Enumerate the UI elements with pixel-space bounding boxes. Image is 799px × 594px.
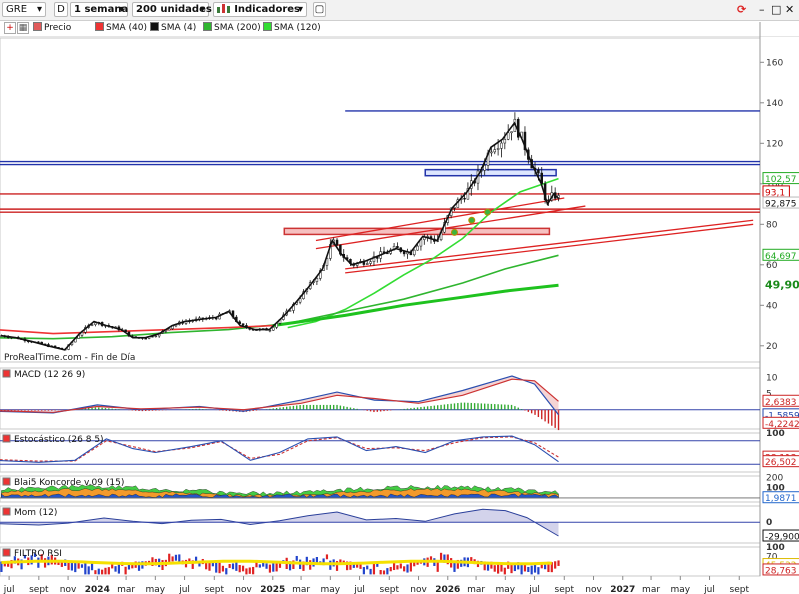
- y-tick-label: 20: [766, 342, 778, 352]
- x-tick-label: may: [670, 585, 690, 594]
- x-tick-label: mar: [292, 585, 310, 594]
- momentum-title: Mom (12): [14, 508, 57, 518]
- candle: [167, 328, 171, 331]
- rsi-signal-line: [1, 559, 552, 566]
- indicator-value-label: -29,900: [765, 533, 799, 543]
- koncorde-title: Blai5 Koncorde v.09 (15): [14, 478, 124, 488]
- y-tick-label: 120: [766, 139, 783, 149]
- x-tick-label: 2025: [260, 585, 285, 594]
- x-tick-label: nov: [585, 585, 602, 594]
- x-tick-label: jul: [353, 585, 365, 594]
- x-tick-label: mar: [117, 585, 135, 594]
- candle: [463, 197, 466, 200]
- indicator-tick-label: 10: [766, 374, 778, 384]
- zone: [283, 227, 551, 236]
- stoch-title: Estocástico (26 8 5): [14, 435, 104, 445]
- panel-icon: [2, 548, 11, 557]
- candle: [510, 131, 513, 134]
- candle: [453, 207, 456, 209]
- x-tick-label: sept: [730, 585, 750, 594]
- x-tick-label: jul: [178, 585, 190, 594]
- indicator-value-label: 28,763: [765, 566, 797, 576]
- indicator-value-label: 2,6383: [765, 398, 797, 408]
- x-tick-label: nov: [235, 585, 252, 594]
- candle: [241, 323, 245, 326]
- signal-marker: [484, 208, 492, 216]
- x-tick-label: sept: [29, 585, 49, 594]
- y-tick-label: 160: [766, 58, 783, 68]
- panel-icon: [2, 369, 11, 378]
- indicator-tick-label: 100: [766, 543, 785, 553]
- candle: [335, 239, 339, 246]
- x-tick-label: jul: [3, 585, 15, 594]
- candle: [503, 139, 507, 144]
- x-tick-label: 2024: [85, 585, 110, 594]
- candle: [396, 246, 399, 249]
- panel-4: [0, 505, 761, 544]
- chart-canvas[interactable]: 20406080100120140160102,5793,192,87564,6…: [0, 0, 799, 594]
- x-tick-label: jul: [703, 585, 715, 594]
- rsi-title: FILTRO RSI: [14, 549, 62, 559]
- x-tick-label: sept: [205, 585, 225, 594]
- signal-marker: [450, 228, 458, 236]
- x-tick-label: 2026: [435, 585, 460, 594]
- candle: [490, 151, 493, 154]
- candle: [537, 169, 540, 174]
- panel-0: [0, 37, 761, 363]
- x-tick-label: may: [321, 585, 341, 594]
- macd-title: MACD (12 26 9): [14, 370, 85, 380]
- candle: [506, 132, 510, 140]
- panel-2: [0, 432, 761, 473]
- signal-marker: [468, 216, 476, 224]
- price-label: 64,697: [765, 252, 797, 262]
- panel-1: [0, 367, 761, 430]
- indicator-value-label: 1,9871: [765, 494, 797, 504]
- indicator-value-label: 26,502: [765, 458, 797, 468]
- x-tick-label: mar: [467, 585, 485, 594]
- candle: [483, 165, 486, 171]
- x-tick-label: mar: [642, 585, 660, 594]
- y-tick-label: 80: [766, 220, 778, 230]
- panel-icon: [2, 477, 11, 486]
- y-tick-label: 40: [766, 301, 778, 311]
- x-tick-label: may: [146, 585, 166, 594]
- indicator-tick-label: 0: [766, 518, 772, 528]
- x-tick-label: sept: [555, 585, 575, 594]
- source-label: ProRealTime.com - Fin de Día: [4, 353, 135, 363]
- x-tick-label: nov: [60, 585, 77, 594]
- candle: [315, 278, 319, 282]
- candle: [500, 142, 503, 149]
- candle: [496, 148, 500, 150]
- y-tick-label: 60: [766, 261, 778, 271]
- x-tick-label: may: [496, 585, 516, 594]
- price-label: 102,57: [765, 175, 797, 185]
- candle: [369, 261, 372, 264]
- x-tick-label: 2027: [610, 585, 635, 594]
- x-tick-label: jul: [528, 585, 540, 594]
- candle: [365, 263, 369, 265]
- y-tick-label: 140: [766, 99, 783, 109]
- x-tick-label: nov: [410, 585, 427, 594]
- candle: [272, 327, 275, 331]
- x-tick-label: sept: [380, 585, 400, 594]
- panel-icon: [2, 507, 11, 516]
- price-label: 49,909: [765, 279, 799, 292]
- candle: [416, 245, 419, 251]
- candle: [94, 322, 97, 325]
- candle: [402, 251, 406, 255]
- candle: [412, 249, 416, 256]
- indicator-tick-label: 100: [766, 429, 785, 439]
- candle: [493, 149, 497, 153]
- price-label: 92,875: [765, 200, 797, 210]
- panel-icon: [2, 434, 11, 443]
- candle: [154, 335, 158, 338]
- indicator-tick-label: 200: [766, 474, 783, 484]
